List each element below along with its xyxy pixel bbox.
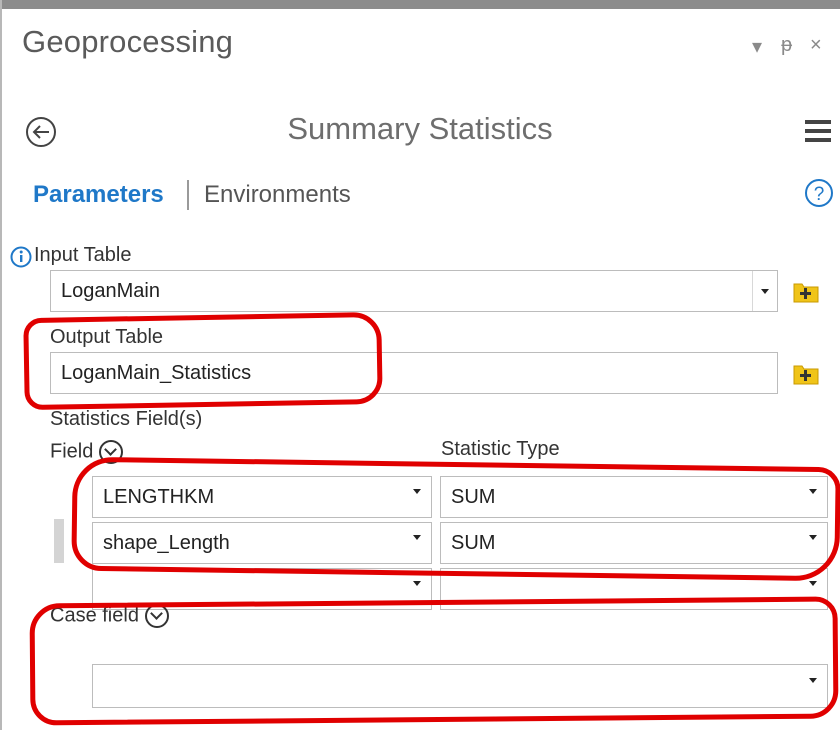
- pane-title: Geoprocessing: [22, 24, 234, 59]
- input-table-field[interactable]: LoganMain: [50, 270, 778, 312]
- statistics-fields-label: Statistics Field(s): [50, 408, 203, 430]
- annotation-highlight-case-field: [29, 596, 839, 726]
- dropdown-menu-icon[interactable]: ▾: [752, 34, 762, 59]
- pin-icon[interactable]: ᵽ: [781, 34, 792, 57]
- svg-text:?: ?: [814, 184, 825, 205]
- window-left-border: [0, 0, 2, 730]
- tab-parameters[interactable]: Parameters: [33, 181, 164, 209]
- tab-separator: [187, 180, 189, 210]
- browse-folder-icon[interactable]: [792, 360, 820, 386]
- chevron-down-icon: [761, 288, 769, 294]
- field-column-label: Field: [50, 440, 94, 463]
- input-table-dropdown-button[interactable]: [752, 271, 777, 311]
- window-top-border: [0, 0, 840, 9]
- annotation-highlight-output: [23, 311, 383, 411]
- row-drag-handle[interactable]: [54, 519, 64, 563]
- help-icon[interactable]: ?: [804, 178, 834, 208]
- close-icon[interactable]: ×: [810, 34, 822, 57]
- browse-folder-icon[interactable]: [792, 278, 820, 304]
- info-icon[interactable]: [10, 246, 32, 268]
- statistic-type-header: Statistic Type: [441, 438, 560, 460]
- input-table-label: Input Table: [34, 244, 132, 266]
- tool-title: Summary Statistics: [287, 111, 553, 146]
- annotation-highlight-statistics: [71, 456, 840, 582]
- tab-environments[interactable]: Environments: [204, 181, 351, 209]
- hamburger-menu-icon[interactable]: [803, 117, 833, 145]
